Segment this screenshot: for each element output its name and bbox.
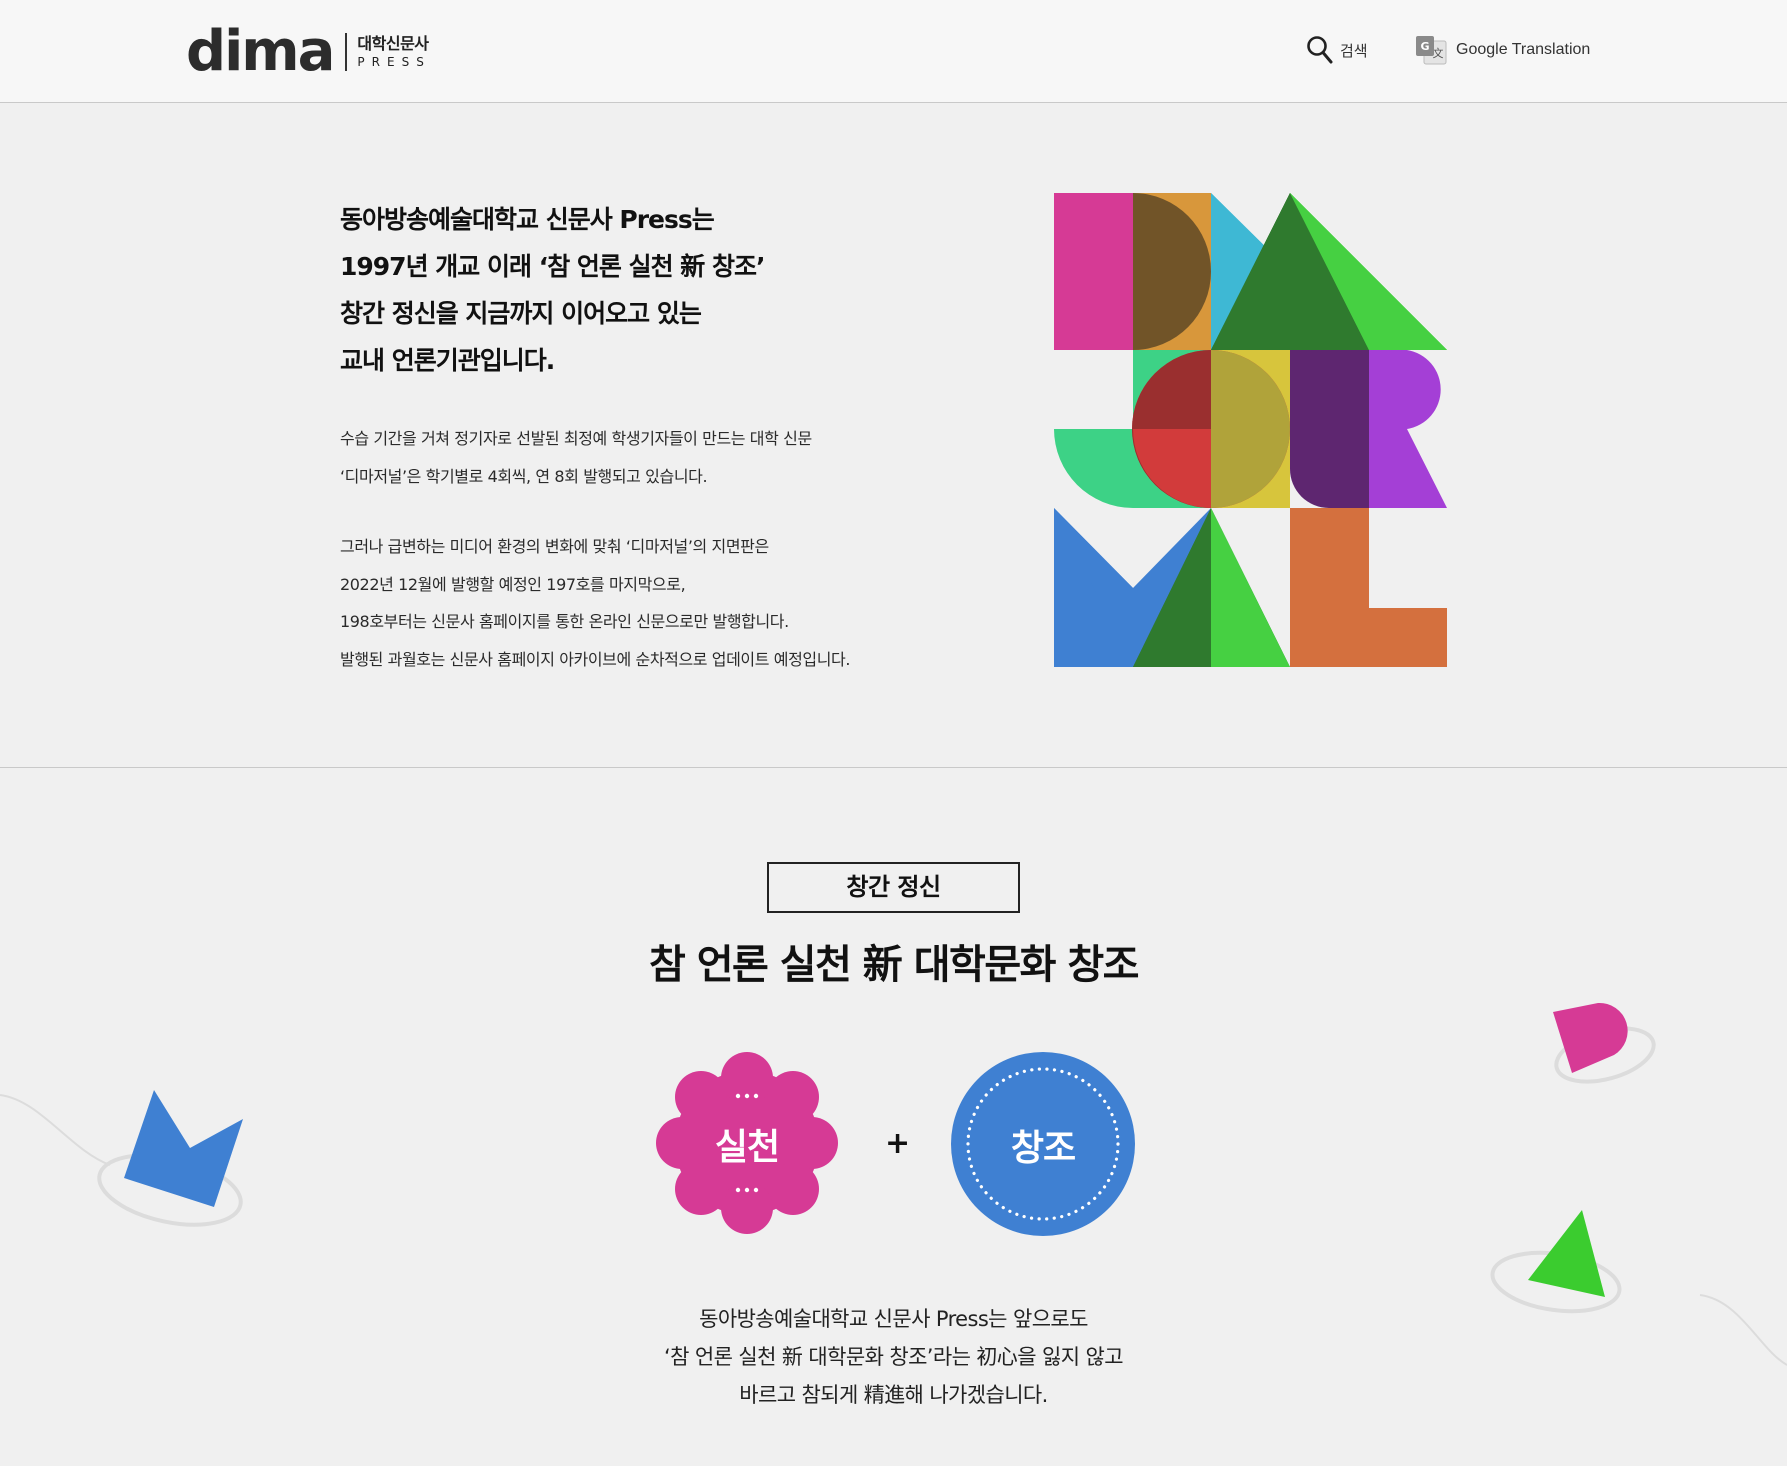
intro-text-line: 수습 기간을 거쳐 정기자로 선발된 최정예 학생기자들이 만드는 대학 신문 [340, 429, 812, 448]
logo-subtitle: 대학신문사 PRESS [357, 34, 430, 70]
logo-en-text: PRESS [357, 55, 431, 69]
spirit-title: 참 언론 실천 新 대학문화 창조 [649, 942, 1139, 988]
search-icon [1307, 36, 1333, 64]
creation-label: 창조 [1010, 1128, 1076, 1169]
intro-heading-line: 동아방송예술대학교 신문사 Press는 [340, 205, 715, 234]
practice-label: 실천 [714, 1127, 780, 1168]
decorative-shapes [0, 1002, 1787, 1366]
google-translation-label: Google Translation [1456, 41, 1591, 58]
intro-text-line: 그러나 급변하는 미디어 환경의 변화에 맞춰 ‘디마저널’의 지면판은 [340, 537, 769, 556]
logo-kr-text: 대학신문사 [357, 34, 429, 53]
svg-text:文: 文 [1433, 46, 1444, 60]
intro-heading-line: 1997년 개교 이래 ‘참 언론 실천 新 창조’ [340, 252, 766, 281]
svg-text:G: G [1420, 40, 1429, 53]
intro-text-line: 198호부터는 신문사 홈페이지를 통한 온라인 신문으로만 발행합니다. [340, 612, 789, 631]
logo-divider [345, 33, 348, 71]
closing-statement: 동아방송예술대학교 신문사 Press는 앞으로도 ‘참 언론 실천 新 대학문… [0, 1300, 1787, 1414]
plus-sign: + [885, 1126, 911, 1161]
intro-heading-line: 교내 언론기관입니다. [340, 346, 555, 375]
intro-text-line: 발행된 과월호는 신문사 홈페이지 아카이브에 순차적으로 업데이트 예정입니다… [340, 649, 851, 669]
logo-wordmark: dima [186, 19, 335, 84]
site-header: dima 대학신문사 PRESS 검색 文 G Google Translati… [0, 0, 1787, 103]
intro-paragraph-1: 수습 기간을 거쳐 정기자로 선발된 최정예 학생기자들이 만드는 대학 신문 … [340, 420, 960, 495]
creation-circle-badge: 창조 [951, 1052, 1135, 1236]
search-label: 검색 [1340, 41, 1368, 60]
intro-heading: 동아방송예술대학교 신문사 Press는 1997년 개교 이래 ‘참 언론 실… [340, 196, 860, 384]
google-translate-icon: 文 G [1414, 34, 1448, 66]
closing-line: 동아방송예술대학교 신문사 Press는 앞으로도 [699, 1307, 1088, 1331]
intro-heading-line: 창간 정신을 지금까지 이어오고 있는 [340, 299, 702, 328]
intro-text-line: 2022년 12월에 발행할 예정인 197호를 마지막으로, [340, 574, 686, 594]
closing-line: 바르고 참되게 精進해 나가겠습니다. [739, 1383, 1048, 1407]
search-button[interactable]: 검색 [1306, 34, 1368, 66]
intro-paragraph-2: 그러나 급변하는 미디어 환경의 변화에 맞춰 ‘디마저널’의 지면판은 202… [340, 528, 960, 678]
spirit-badge: 창간 정신 [767, 862, 1020, 913]
intro-text-line: ‘디마저널’은 학기별로 4회씩, 연 8회 발행되고 있습니다. [340, 466, 708, 486]
closing-line: ‘참 언론 실천 新 대학문화 창조’라는 初心을 잃지 않고 [664, 1345, 1124, 1369]
section-divider [0, 767, 1787, 768]
google-translation-button[interactable]: 文 G Google Translation [1414, 34, 1590, 66]
dima-journal-graphic [1054, 193, 1447, 667]
site-logo[interactable]: dima 대학신문사 PRESS [186, 24, 431, 80]
practice-flower-badge: 실천 [652, 1048, 842, 1238]
